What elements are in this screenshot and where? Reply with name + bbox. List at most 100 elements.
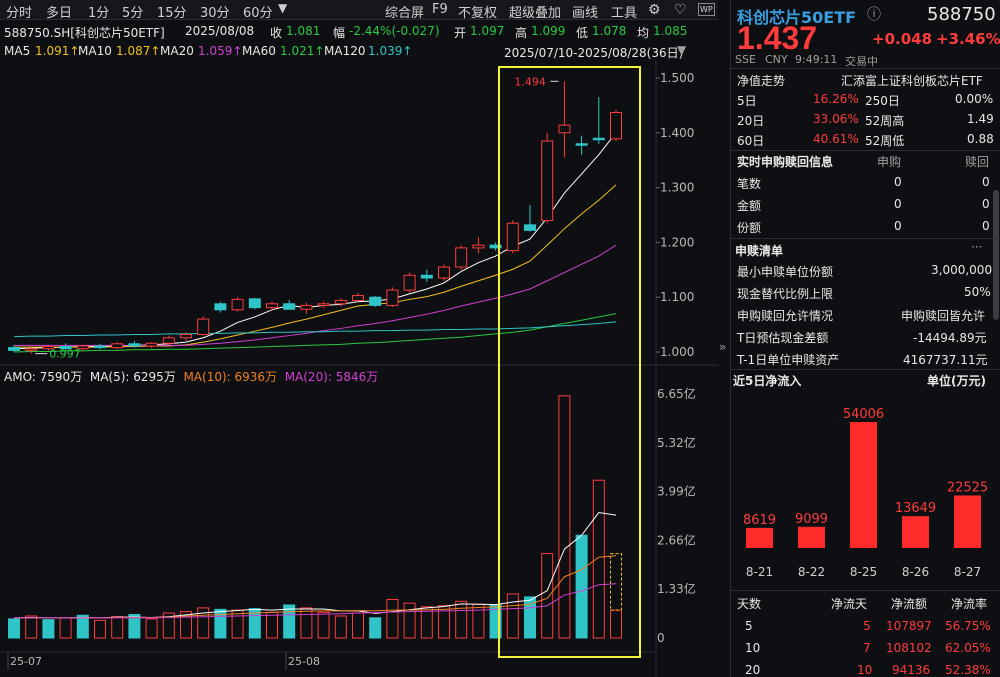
- period-tab-duori[interactable]: 多日: [46, 2, 72, 21]
- realtime-row-value: 0: [894, 175, 902, 189]
- realtime-row-label: 金额: [737, 197, 761, 214]
- flow-cell: 56.75%: [945, 619, 991, 633]
- candle-body: [267, 304, 278, 308]
- draw-line-button[interactable]: 画线: [572, 2, 598, 21]
- realtime-row-value: 0: [982, 197, 990, 211]
- info-bar: 588750.SH[科创芯片50ETF] 2025/08/08 收 1.081 …: [0, 21, 718, 41]
- flow-th-netdays: 净流天: [831, 595, 867, 612]
- candle-body: [163, 338, 174, 343]
- date-label: 2025/08/08: [185, 24, 254, 38]
- candle-body: [421, 275, 432, 278]
- price-tick-label: 1.000: [660, 345, 694, 359]
- nav-row-value: 16.26%: [813, 92, 859, 106]
- list-more-icon[interactable]: ···: [971, 240, 982, 254]
- volume-bar: [77, 615, 88, 638]
- range-dropdown-icon[interactable]: ▼: [677, 43, 686, 57]
- volume-bar: [60, 618, 71, 638]
- candle-body: [318, 304, 329, 306]
- flow-bar: [746, 528, 773, 548]
- ma5-line: [14, 133, 616, 349]
- realtime-row-value: 0: [894, 219, 902, 233]
- candle-body: [439, 267, 450, 278]
- volume-tick-label: 2.66亿: [657, 532, 696, 547]
- flow-cell: 5: [863, 619, 871, 633]
- volume-bar: [456, 601, 467, 638]
- realtime-title: 实时申购赎回信息: [737, 153, 833, 170]
- candle-body: [559, 125, 570, 133]
- list-row-label: 申购赎回允许情况: [737, 307, 833, 324]
- avg-value: 1.085: [653, 24, 687, 38]
- ma5-value: 1.091↑: [35, 44, 79, 58]
- ma10-label: MA10: [78, 44, 112, 58]
- x-tick-label: 25-07: [10, 655, 42, 668]
- price-tick-label: 1.100: [660, 290, 694, 304]
- gear-icon[interactable]: ⚙: [648, 2, 661, 18]
- flow-cell: 7: [863, 641, 871, 655]
- nav-row-value: 0.88: [967, 132, 994, 146]
- period-tab-1min[interactable]: 1分: [88, 2, 109, 21]
- tools-button[interactable]: 工具: [611, 2, 637, 21]
- ma120-value: 1.039↑: [368, 44, 412, 58]
- candle-body: [387, 290, 398, 305]
- high-label: 高: [515, 24, 527, 41]
- price-ma-lines: [14, 133, 616, 352]
- nav-title[interactable]: 净值走势: [737, 72, 785, 89]
- amo-value: AMO: 7590万: [4, 370, 82, 384]
- flow-th-days: 天数: [737, 595, 761, 612]
- close-value: 1.081: [286, 24, 320, 38]
- period-dropdown-icon[interactable]: ▼: [278, 1, 287, 15]
- candlestick-series: [9, 81, 622, 353]
- nav-row-label: 52周高: [865, 112, 904, 129]
- panel-scrollbar[interactable]: [993, 190, 999, 320]
- composite-screen-button[interactable]: 综合屏: [385, 2, 424, 21]
- period-tab-30min[interactable]: 30分: [200, 2, 230, 21]
- flow-bar-label: 8-21: [746, 565, 773, 579]
- time-label: 9:49:11: [795, 53, 837, 66]
- ma20-label: MA20: [160, 44, 194, 58]
- symbol-label: 588750.SH[科创芯片50ETF]: [4, 24, 165, 41]
- volume-bar: [95, 620, 106, 638]
- volume-tick-label: 1.33亿: [657, 581, 696, 596]
- flow-cell: 108102: [886, 641, 932, 655]
- realtime-row-label: 笔数: [737, 175, 761, 192]
- last-price: 1.437: [737, 20, 817, 57]
- heart-icon[interactable]: ♡: [674, 2, 687, 18]
- flow-bar-label: 8-26: [902, 565, 929, 579]
- collapse-panel-icon[interactable]: »: [719, 340, 726, 354]
- period-tab-15min[interactable]: 15分: [157, 2, 187, 21]
- volume-tick-label: 3.99亿: [657, 484, 696, 499]
- f9-button[interactable]: F9: [432, 2, 448, 17]
- open-value: 1.097: [470, 24, 504, 38]
- nav-row-value: 40.61%: [813, 132, 859, 146]
- wp-badge[interactable]: WP: [698, 3, 715, 16]
- candle-body: [9, 348, 20, 351]
- flow-cell: 20: [745, 663, 760, 677]
- period-tab-fenshi[interactable]: 分时: [6, 2, 32, 21]
- candle-body: [284, 304, 295, 309]
- volume-tick-label: 6.65亿: [657, 386, 696, 401]
- nav-fund-name: 汇添富上证科创板芯片ETF: [841, 72, 983, 89]
- volume-tick-label: 5.32亿: [657, 435, 696, 450]
- low-label: 低: [576, 24, 588, 41]
- ma-legend-bar: MA5 1.091↑ MA10 1.087↑ MA20 1.059↑ MA60 …: [0, 42, 718, 60]
- open-label: 开: [454, 24, 466, 41]
- realtime-col-redeem: 赎回: [965, 153, 989, 170]
- volume-bar: [404, 603, 415, 638]
- volume-bar: [559, 396, 570, 638]
- candle-body: [232, 299, 243, 309]
- high-value: 1.099: [531, 24, 565, 38]
- period-tab-5min[interactable]: 5分: [122, 2, 143, 21]
- info-icon[interactable]: ⓘ: [867, 4, 881, 24]
- list-row-value: 3,000,000: [931, 263, 992, 277]
- candle-body: [95, 346, 106, 348]
- avg-label: 均: [637, 24, 649, 41]
- candle-body: [525, 225, 536, 230]
- flow-cell: 10: [745, 641, 760, 655]
- super-overlay-button[interactable]: 超级叠加: [509, 2, 561, 21]
- currency-label: CNY: [765, 53, 788, 66]
- no-adjust-button[interactable]: 不复权: [458, 2, 497, 21]
- period-tab-60min[interactable]: 60分: [243, 2, 273, 21]
- candle-body: [404, 275, 415, 290]
- price-tick-label: 1.500: [660, 71, 694, 85]
- flow-bar: [850, 422, 877, 548]
